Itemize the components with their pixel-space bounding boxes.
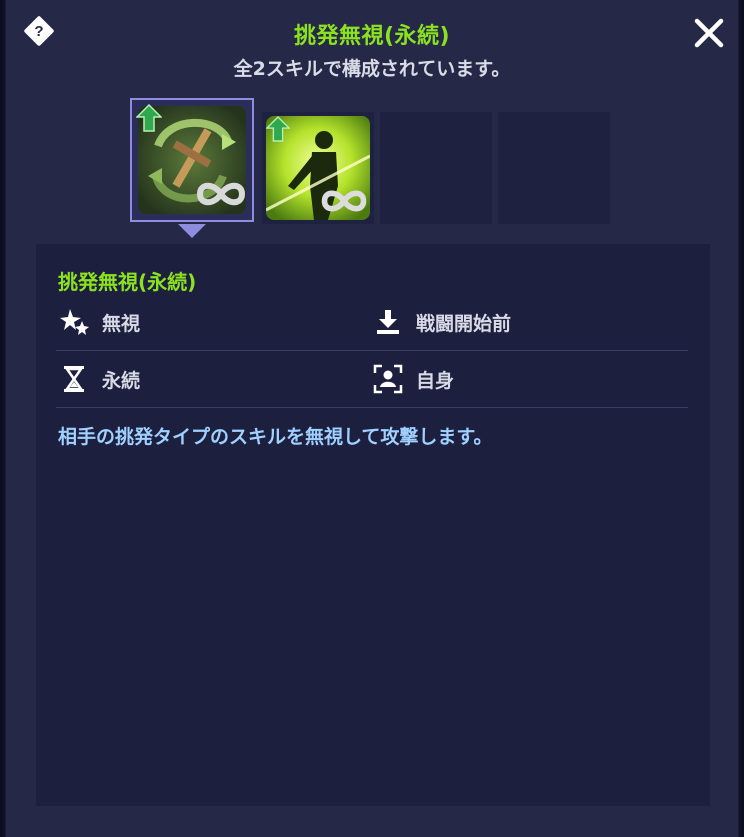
skill-slot-3-empty — [380, 112, 492, 224]
attribute-duration: 永続 — [58, 351, 140, 407]
stars-icon — [58, 306, 90, 338]
attribute-timing: 戦闘開始前 — [372, 294, 511, 350]
attribute-target-label: 自身 — [416, 369, 455, 392]
close-icon[interactable] — [690, 14, 728, 52]
infinity-icon — [196, 180, 246, 212]
attribute-row: 無視 戦闘開始前 — [56, 294, 688, 351]
attribute-timing-label: 戦闘開始前 — [416, 312, 512, 335]
selection-pointer — [178, 224, 206, 238]
attribute-duration-label: 永続 — [102, 369, 141, 392]
self-target-icon — [372, 363, 404, 395]
hourglass-icon — [58, 363, 90, 395]
download-tray-icon — [372, 306, 404, 338]
upgrade-arrow-icon — [265, 116, 291, 146]
dialog-subtitle: 全2スキルで構成されています。 — [233, 58, 511, 80]
skill-description: 相手の挑発タイプのスキルを無視して攻撃します。 — [58, 426, 493, 448]
skill-name: 挑発無視(永続) — [58, 270, 197, 294]
dialog-title: 挑発無視(永続) — [293, 24, 451, 49]
skill-slot-2[interactable] — [262, 112, 374, 224]
skill-slot-1[interactable] — [130, 98, 254, 222]
upgrade-arrow-icon — [135, 103, 163, 136]
infinity-icon — [320, 188, 368, 218]
attribute-target: 自身 — [372, 351, 454, 407]
attribute-row: 永続 自身 — [56, 351, 688, 408]
skill-detail-panel: 挑発無視(永続) 無視 戦闘開始前 永続 自身 相手の挑発タイプのスキルを無視し… — [36, 244, 710, 806]
attribute-type: 無視 — [58, 294, 140, 350]
skill-slot-4-empty — [498, 112, 610, 224]
attribute-type-label: 無視 — [102, 312, 141, 335]
